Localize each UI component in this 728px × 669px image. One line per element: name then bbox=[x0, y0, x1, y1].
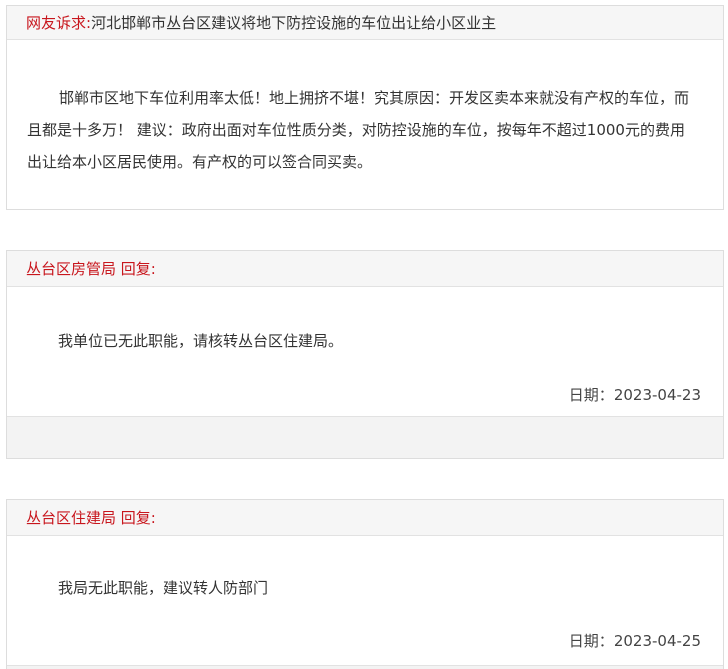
reply-header: 丛台区住建局 回复: bbox=[7, 500, 723, 536]
reply-body: 我局无此职能，建议转人防部门 bbox=[58, 579, 269, 597]
reply-label: 回复: bbox=[120, 509, 156, 527]
reply-org: 丛台区房管局 bbox=[26, 260, 117, 278]
reply-date-line: 日期：2023-04-25 bbox=[7, 630, 723, 651]
complaint-panel: 网友诉求:河北邯郸市丛台区建议将地下防控设施的车位出让给小区业主 邯郸市区地下车… bbox=[6, 5, 724, 210]
complaint-label: 网友诉求: bbox=[26, 14, 92, 32]
reply-footer-strip bbox=[7, 665, 723, 669]
reply-panel-construction-bureau: 丛台区住建局 回复: 我局无此职能，建议转人防部门 日期：2023-04-25 bbox=[6, 499, 724, 669]
complaint-header: 网友诉求:河北邯郸市丛台区建议将地下防控设施的车位出让给小区业主 bbox=[7, 6, 723, 40]
complaint-body: 邯郸市区地下车位利用率太低！地上拥挤不堪！究其原因：开发区卖本来就没有产权的车位… bbox=[27, 89, 690, 171]
reply-body: 我单位已无此职能，请核转丛台区住建局。 bbox=[58, 332, 344, 350]
reply-panel-housing-bureau: 丛台区房管局 回复: 我单位已无此职能，请核转丛台区住建局。 日期：2023-0… bbox=[6, 250, 724, 459]
reply-date: 2023-04-23 bbox=[613, 386, 701, 404]
reply-header: 丛台区房管局 回复: bbox=[7, 251, 723, 287]
complaint-title: 河北邯郸市丛台区建议将地下防控设施的车位出让给小区业主 bbox=[91, 14, 497, 32]
reply-label: 回复: bbox=[120, 260, 156, 278]
reply-date-line: 日期：2023-04-23 bbox=[7, 384, 723, 405]
date-label: 日期： bbox=[568, 632, 614, 650]
date-label: 日期： bbox=[568, 386, 614, 404]
reply-footer-strip bbox=[7, 416, 723, 458]
reply-org: 丛台区住建局 bbox=[26, 509, 117, 527]
reply-date: 2023-04-25 bbox=[613, 632, 701, 650]
page: 网友诉求:河北邯郸市丛台区建议将地下防控设施的车位出让给小区业主 邯郸市区地下车… bbox=[0, 0, 728, 669]
